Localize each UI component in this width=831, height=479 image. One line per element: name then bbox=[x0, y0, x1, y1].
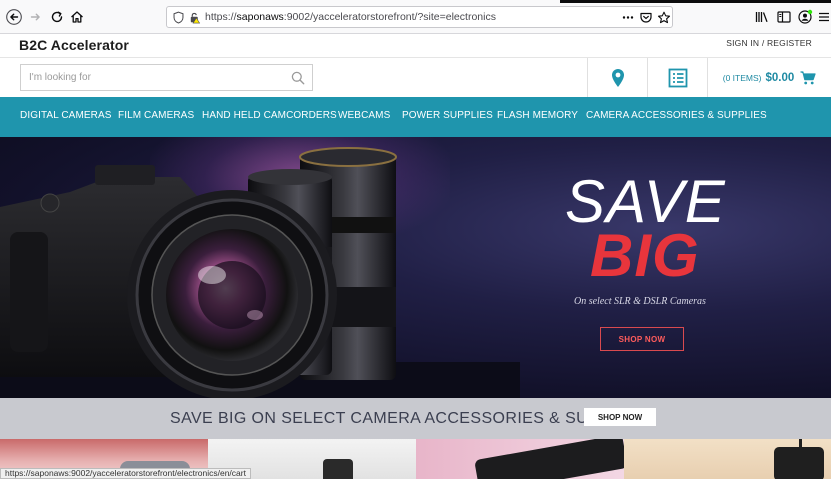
home-icon bbox=[71, 11, 83, 23]
hero-shop-now-button[interactable]: SHOP NOW bbox=[600, 327, 684, 351]
search-input[interactable] bbox=[21, 65, 281, 90]
search-icon[interactable] bbox=[291, 71, 305, 85]
sidebar-icon[interactable] bbox=[776, 9, 792, 25]
home-button[interactable] bbox=[66, 6, 88, 28]
account-icon[interactable] bbox=[797, 9, 813, 25]
nav-webcams[interactable]: WEBCAMS bbox=[338, 110, 390, 121]
store-finder-button[interactable] bbox=[587, 58, 647, 98]
hero-banner[interactable]: SAVE BIG On select SLR & DSLR Cameras SH… bbox=[0, 137, 831, 398]
search-box bbox=[20, 64, 313, 91]
product-image bbox=[474, 439, 624, 479]
map-pin-icon bbox=[611, 69, 624, 87]
pocket-icon[interactable] bbox=[639, 11, 653, 24]
address-bar[interactable]: https://saponaws:9002/yacceleratorstoref… bbox=[166, 6, 673, 28]
tracking-shield-icon[interactable] bbox=[172, 11, 185, 24]
url-path: :9002/yacceleratorstorefront/?site=elect… bbox=[283, 11, 496, 23]
nav-power-supplies[interactable]: POWER SUPPLIES bbox=[402, 110, 493, 121]
nav-digital-cameras[interactable]: DIGITAL CAMERAS bbox=[20, 110, 112, 121]
mini-cart[interactable]: (0 ITEMS) $0.00 bbox=[707, 58, 831, 98]
cart-items-count: (0 ITEMS) bbox=[722, 73, 762, 83]
nav-flash-memory[interactable]: FLASH MEMORY bbox=[497, 110, 578, 121]
forward-button[interactable] bbox=[25, 6, 47, 28]
shopping-cart-icon bbox=[800, 71, 816, 85]
nav-hand-held-camcorders[interactable]: HAND HELD CAMCORDERS bbox=[202, 110, 337, 121]
cart-total: $0.00 bbox=[765, 72, 795, 84]
nav-film-cameras[interactable]: FILM CAMERAS bbox=[118, 110, 194, 121]
order-list-icon bbox=[668, 68, 687, 88]
reload-button[interactable] bbox=[46, 6, 68, 28]
browser-toolbar: https://saponaws:9002/yacceleratorstoref… bbox=[0, 0, 831, 34]
category-navigation: DIGITAL CAMERAS FILM CAMERAS HAND HELD C… bbox=[0, 97, 831, 137]
sign-in-register-link[interactable]: SIGN IN / REGISTER bbox=[726, 38, 812, 48]
product-tile[interactable] bbox=[624, 439, 831, 479]
product-image bbox=[323, 459, 353, 479]
back-button[interactable] bbox=[3, 6, 25, 28]
site-logo[interactable]: B2C Accelerator bbox=[19, 37, 129, 53]
dslr-camera-lenses-image bbox=[0, 147, 520, 398]
url-scheme: https:// bbox=[205, 11, 237, 23]
hero-headline-big: BIG bbox=[590, 222, 700, 289]
site-header: B2C Accelerator SIGN IN / REGISTER bbox=[0, 34, 831, 57]
promo-text: SAVE BIG ON SELECT CAMERA ACCESSORIES & … bbox=[170, 410, 647, 427]
quick-order-button[interactable] bbox=[647, 58, 707, 98]
bookmark-star-icon[interactable] bbox=[657, 11, 671, 24]
reload-icon bbox=[51, 11, 63, 23]
nav-camera-accessories[interactable]: CAMERA ACCESSORIES & SUPPLIES bbox=[586, 110, 767, 121]
forward-arrow-icon bbox=[30, 13, 40, 21]
link-status-bar: https://saponaws:9002/yacceleratorstoref… bbox=[0, 468, 251, 479]
back-arrow-icon bbox=[6, 9, 22, 25]
promo-shop-now-button[interactable]: SHOP NOW bbox=[584, 408, 656, 426]
product-antenna bbox=[799, 439, 802, 453]
hero-subtitle: On select SLR & DSLR Cameras bbox=[574, 296, 706, 307]
product-tile[interactable] bbox=[416, 439, 624, 479]
promo-banner[interactable]: SAVE BIG ON SELECT CAMERA ACCESSORIES & … bbox=[0, 398, 831, 439]
ellipsis-icon[interactable] bbox=[621, 11, 635, 24]
url-host: saponaws bbox=[236, 11, 284, 23]
search-bar-row: (0 ITEMS) $0.00 bbox=[0, 57, 831, 98]
url-text[interactable]: https://saponaws:9002/yacceleratorstoref… bbox=[205, 11, 496, 23]
library-icon[interactable] bbox=[754, 9, 770, 25]
insecure-lock-icon[interactable] bbox=[188, 11, 201, 24]
menu-icon[interactable] bbox=[816, 9, 831, 25]
